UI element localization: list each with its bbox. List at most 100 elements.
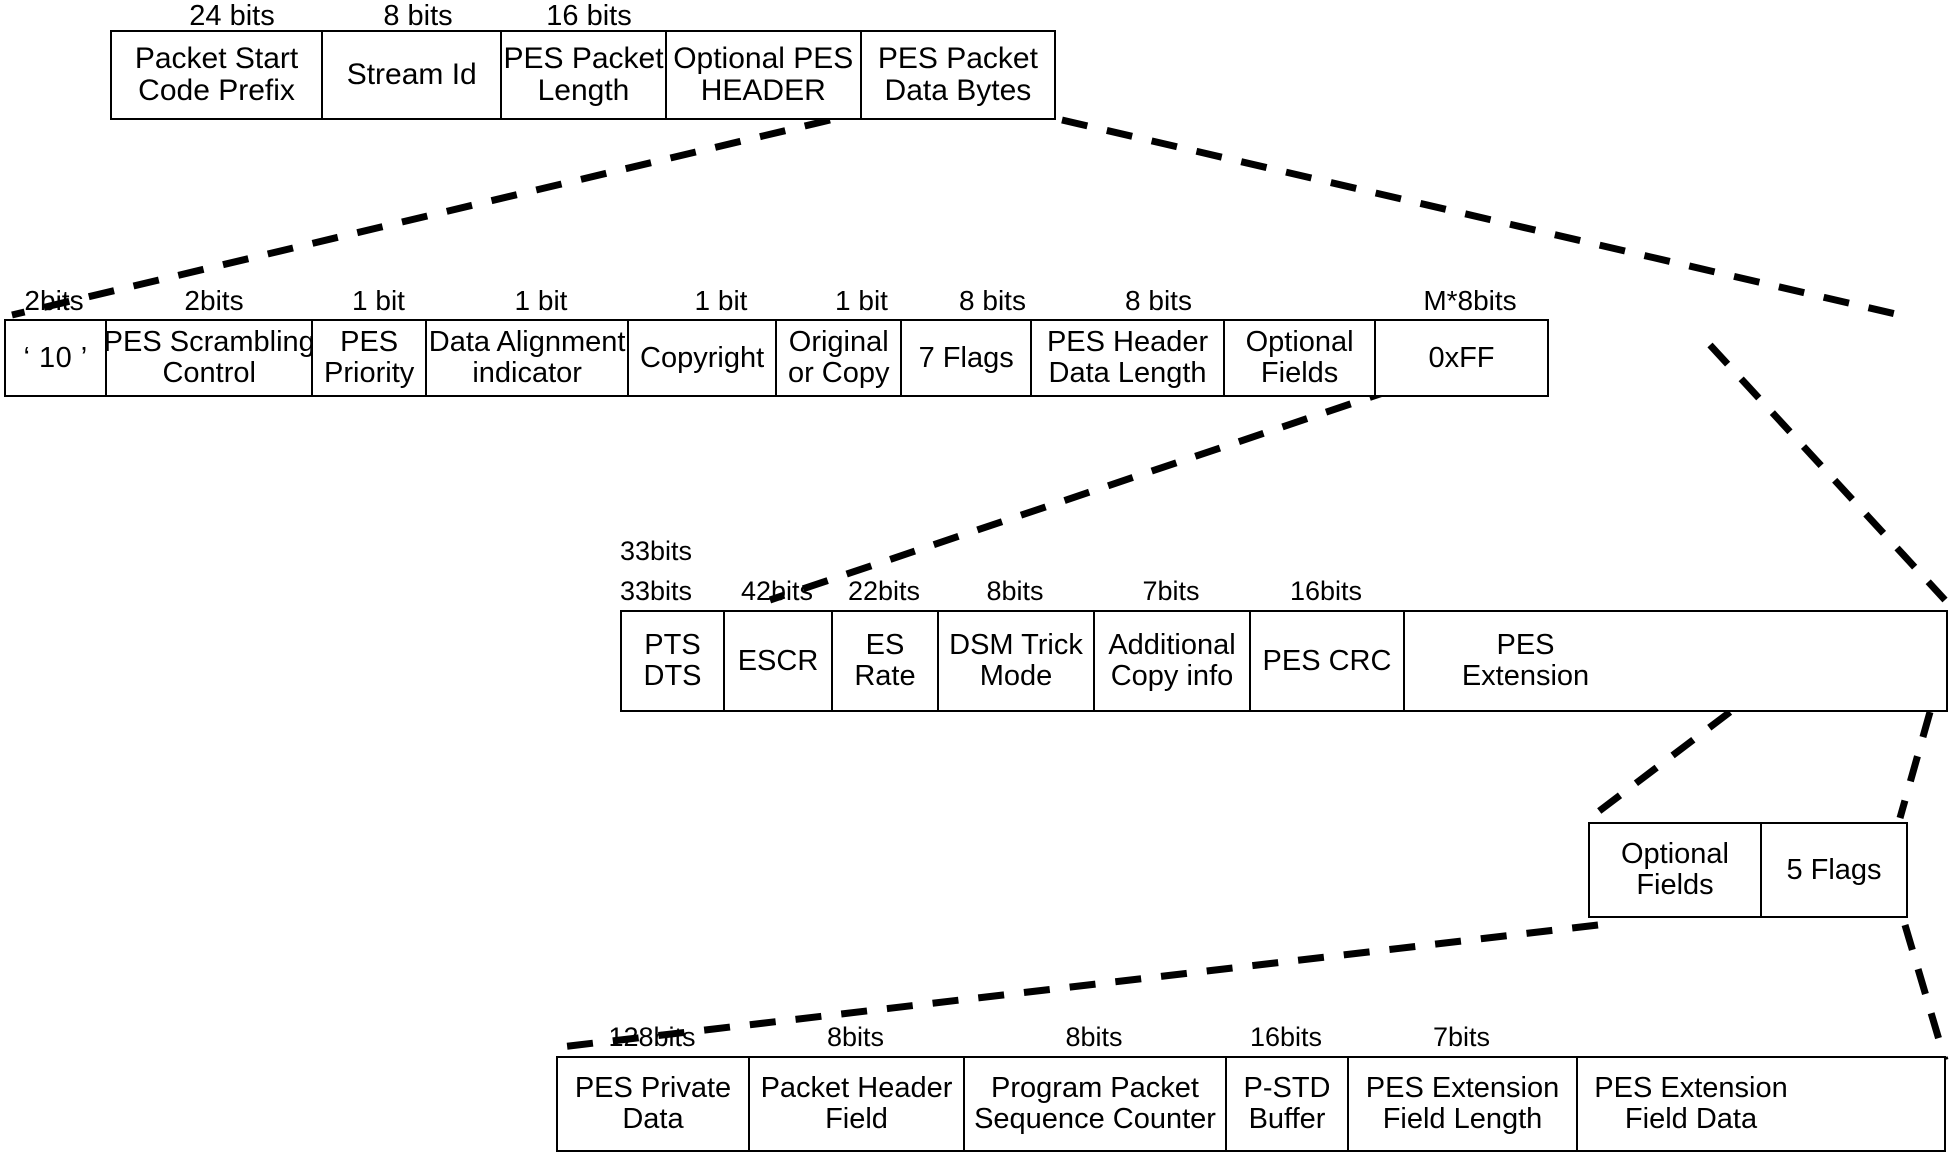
cell-line: Control bbox=[162, 357, 256, 389]
bits-label-pes-priority: 1 bit bbox=[352, 285, 405, 316]
cell-optional-fields: Optional Fields bbox=[1225, 321, 1376, 395]
cell-line: Data Bytes bbox=[884, 74, 1032, 107]
cell-line: Field Data bbox=[1624, 1103, 1758, 1135]
cell-additional-copy-info: Additional Copy info bbox=[1095, 612, 1251, 710]
cell-line: 5 Flags bbox=[1786, 853, 1882, 886]
bits-label-marker-10: 2bits bbox=[24, 285, 84, 316]
cell-line: or Copy bbox=[787, 357, 890, 389]
bits-label-p-std-buffer: 16bits bbox=[1249, 1022, 1323, 1052]
cell-pes-private-data: PES Private Data bbox=[558, 1058, 750, 1150]
cell-line: Sequence Counter bbox=[974, 1103, 1216, 1135]
cell-line: PES bbox=[1496, 629, 1555, 662]
cell-line: Field bbox=[825, 1103, 888, 1135]
cell-line: Code Prefix bbox=[138, 74, 295, 107]
cell-line: Fields bbox=[1636, 869, 1714, 901]
bits-label-es-rate: 22bits bbox=[847, 576, 921, 606]
bits-label-packet-start-code-prefix: 24 bits bbox=[189, 0, 275, 32]
cell-pes-crc: PES CRC bbox=[1251, 612, 1405, 710]
cell-pes-scrambling-control: PES Scrambling Control bbox=[107, 321, 314, 395]
cell-line: DSM Trick bbox=[949, 629, 1083, 662]
cell-line: PES CRC bbox=[1262, 644, 1392, 677]
cell-line: ES bbox=[865, 629, 905, 662]
bits-label-7-flags: 8 bits bbox=[959, 285, 1026, 316]
cell-line: 7 Flags bbox=[918, 341, 1014, 374]
bits-label-original-or-copy: 1 bit bbox=[835, 285, 888, 316]
cell-pes-extension: PES Extension bbox=[1405, 612, 1646, 710]
cell-line: PES Extension bbox=[1365, 1072, 1560, 1105]
cell-0xff: 0xFF bbox=[1375, 321, 1547, 395]
row-optional-pes-header: ‘ 10 ’ PES Scrambling Control PES Priori… bbox=[4, 319, 1549, 397]
cell-pts-dts: PTS DTS bbox=[622, 612, 725, 710]
cell-line: PES Packet bbox=[503, 42, 664, 76]
cell-line: PES Packet bbox=[877, 42, 1038, 76]
cell-line: Packet Header bbox=[760, 1072, 953, 1105]
cell-pes-packet-length: PES Packet Length bbox=[502, 32, 667, 118]
cell-line: Buffer bbox=[1248, 1103, 1326, 1135]
cell-line: 0xFF bbox=[1428, 341, 1495, 374]
cell-line: PES Extension bbox=[1594, 1072, 1788, 1105]
cell-pes-packet-data-bytes: PES Packet Data Bytes bbox=[861, 32, 1054, 118]
bits-label-packet-header-field: 8bits bbox=[826, 1022, 885, 1052]
cell-pes-extension-field-length: PES Extension Field Length bbox=[1349, 1058, 1578, 1150]
cell-line: Mode bbox=[979, 660, 1053, 692]
cell-line: Data Alignment bbox=[428, 326, 626, 359]
cell-program-packet-sequence-counter: Program Packet Sequence Counter bbox=[965, 1058, 1227, 1150]
cell-line: Rate bbox=[854, 660, 916, 692]
cell-original-or-copy: Original or Copy bbox=[777, 321, 903, 395]
cell-line: indicator bbox=[472, 357, 582, 389]
cell-pes-extension-field-data: PES Extension Field Data bbox=[1578, 1058, 1804, 1150]
cell-line: PES Private bbox=[574, 1072, 732, 1105]
cell-line: Stream Id bbox=[346, 58, 477, 92]
bits-label-escr: 42bits bbox=[740, 576, 814, 606]
cell-line: Program Packet bbox=[991, 1072, 1199, 1105]
bits-label-stream-id: 8 bits bbox=[383, 0, 453, 32]
cell-line: Field Length bbox=[1382, 1103, 1543, 1135]
cell-escr: ESCR bbox=[725, 612, 833, 710]
cell-line: Extension bbox=[1461, 660, 1590, 692]
cell-line: Additional bbox=[1108, 629, 1236, 662]
cell-pes-priority: PES Priority bbox=[313, 321, 428, 395]
cell-stream-id: Stream Id bbox=[323, 32, 503, 118]
cell-line: Length bbox=[537, 74, 630, 107]
bits-label-pes-packet-length: 16 bits bbox=[546, 0, 632, 32]
pes-packet-structure-diagram: 24 bits 8 bits 16 bits Packet Start Code… bbox=[0, 0, 1952, 1160]
cell-line: ‘ 10 ’ bbox=[23, 341, 88, 374]
bits-label-program-packet-sequence-counter: 8bits bbox=[1065, 1022, 1123, 1052]
cell-marker-10: ‘ 10 ’ bbox=[6, 321, 108, 395]
bits-label-pts-dts: 33bits bbox=[620, 576, 693, 606]
row-pes-packet: Packet Start Code Prefix Stream Id PES P… bbox=[110, 30, 1056, 120]
cell-line: PES Scrambling bbox=[107, 326, 314, 359]
cell-line: P-STD bbox=[1243, 1072, 1331, 1105]
cell-packet-header-field: Packet Header Field bbox=[750, 1058, 965, 1150]
cell-line: Optional bbox=[1245, 326, 1354, 359]
cell-ext-optional-fields: Optional Fields bbox=[1590, 824, 1762, 916]
cell-line: Packet Start bbox=[134, 42, 299, 76]
cell-line: Optional bbox=[1620, 838, 1729, 871]
bits-label-pes-scrambling-control: 2bits bbox=[184, 285, 244, 316]
cell-dsm-trick-mode: DSM Trick Mode bbox=[939, 612, 1095, 710]
bits-label-pes-extension-field-length: 7bits bbox=[1432, 1022, 1491, 1052]
row-pes-extension: Optional Fields 5 Flags bbox=[1588, 822, 1908, 918]
cell-line: PTS bbox=[644, 629, 701, 662]
cell-p-std-buffer: P-STD Buffer bbox=[1227, 1058, 1349, 1150]
cell-line: HEADER bbox=[700, 74, 826, 107]
cell-5-flags: 5 Flags bbox=[1762, 824, 1906, 916]
bits-label-pes-crc: 16bits bbox=[1289, 576, 1363, 606]
cell-line: Priority bbox=[324, 357, 415, 389]
cell-line: DTS bbox=[643, 660, 702, 692]
bits-label-pts-dts-upper: 33bits bbox=[620, 536, 693, 566]
row-optional-fields: PTS DTS ESCR ES Rate DSM Trick Mode Addi… bbox=[620, 610, 1948, 712]
bits-label-data-alignment-indicator: 1 bit bbox=[514, 285, 568, 316]
cell-packet-start-code-prefix: Packet Start Code Prefix bbox=[112, 32, 324, 118]
bits-label-copyright: 1 bit bbox=[694, 285, 748, 316]
cell-line: ESCR bbox=[737, 644, 819, 677]
row-pes-extension-optional-fields: PES Private Data Packet Header Field Pro… bbox=[556, 1056, 1946, 1152]
cell-line: PES Header bbox=[1046, 326, 1209, 359]
bits-label-dsm-trick-mode: 8bits bbox=[986, 576, 1044, 606]
cell-data-alignment-indicator: Data Alignment indicator bbox=[427, 321, 630, 395]
cell-line: Fields bbox=[1260, 357, 1339, 389]
bits-label-pes-private-data: 128bits bbox=[608, 1022, 696, 1052]
cell-line: PES bbox=[340, 326, 399, 359]
cell-line: Optional PES bbox=[673, 42, 854, 76]
bits-label-additional-copy-info: 7bits bbox=[1142, 576, 1200, 606]
